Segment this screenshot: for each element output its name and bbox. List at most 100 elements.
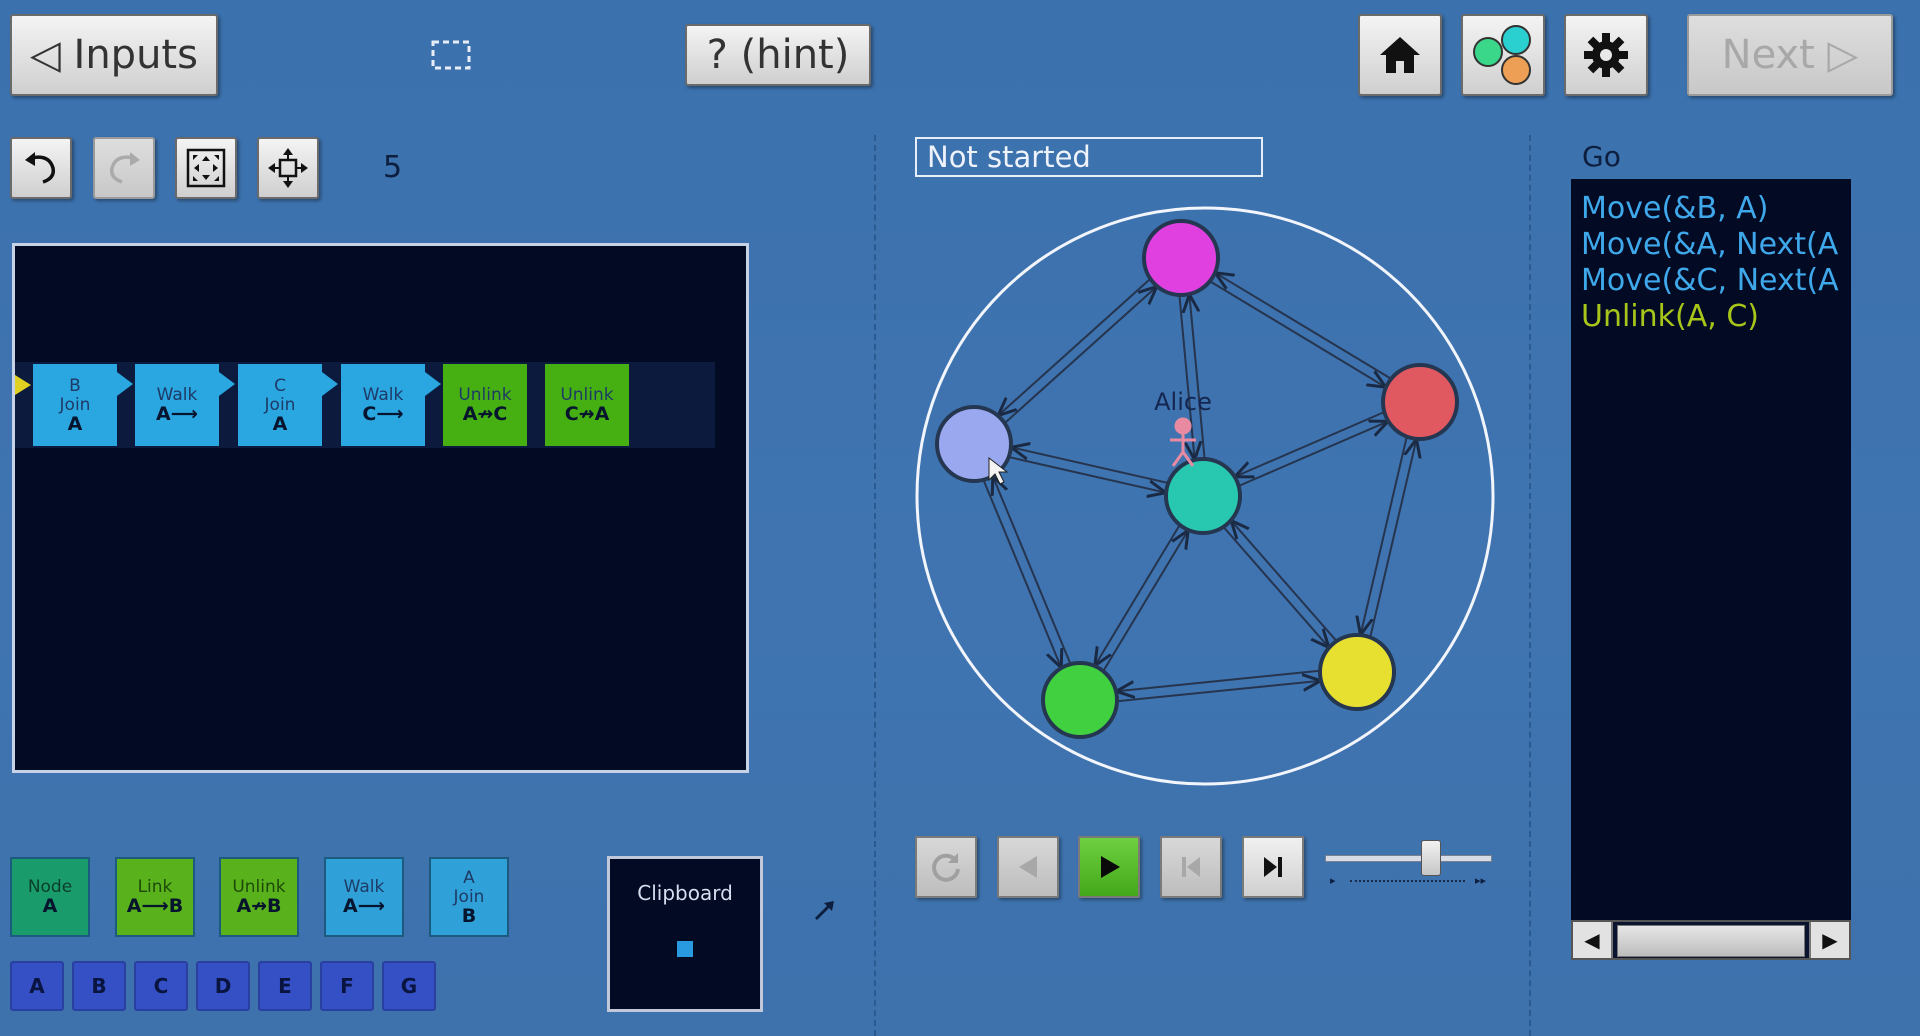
variable-c-button[interactable]: C [134,961,188,1011]
program-tile[interactable]: Walk A⟶ [135,364,219,446]
program-tile[interactable]: Walk C⟶ [341,364,425,446]
scroll-right-button[interactable]: ▶ [1809,922,1849,958]
graph-edge [1209,280,1386,387]
fast-icon: ▸▸ [1474,874,1486,887]
tile-top-label: C [274,375,286,396]
graph-edge [1369,439,1416,638]
play-button[interactable] [1078,836,1140,898]
left-divider [874,135,876,1036]
next-label: Next ▷ [1721,32,1859,78]
slider-tick-marks [1350,880,1465,882]
move-icon [268,148,308,188]
code-line[interactable]: Unlink(A, C) [1581,299,1839,335]
graph-edge [1004,286,1157,424]
graph-edge [1102,530,1188,672]
program-tile[interactable]: B Join A [33,364,117,446]
graph-edge [1231,521,1338,642]
graph-edge [1117,681,1320,703]
program-tile[interactable]: Unlink C↛A [545,364,629,446]
home-button[interactable] [1358,14,1442,96]
settings-button[interactable] [1564,14,1648,96]
inputs-label: ◁ Inputs [30,32,198,78]
code-line[interactable]: Move(&A, Next(A [1581,227,1839,263]
palette-tile[interactable]: A Join B [429,857,509,937]
refresh-icon [932,853,960,882]
graph-node[interactable] [1164,457,1242,535]
graph-node[interactable] [1318,633,1396,711]
palette-tile[interactable]: Walk A⟶ [324,857,404,937]
step-count: 5 [383,150,403,185]
graph-nodes [935,219,1459,739]
slider-track [1325,855,1492,862]
gear-icon [1584,33,1628,77]
program-panel[interactable] [12,243,749,773]
variable-a-button[interactable]: A [10,961,64,1011]
agent-label: Alice [1154,388,1212,416]
program-flow-arrow [219,372,235,396]
levels-button[interactable] [1461,14,1545,96]
select-region-icon[interactable] [430,38,472,72]
restart-button[interactable] [915,836,977,898]
variable-f-button[interactable]: F [320,961,374,1011]
scroll-left-button[interactable]: ◀ [1573,922,1613,958]
variable-e-button[interactable]: E [258,961,312,1011]
slow-icon: ▸ [1330,874,1336,887]
graph-edge [1011,447,1169,484]
step-back-button[interactable] [997,836,1059,898]
first-step-button[interactable] [1160,836,1222,898]
program-start-marker [15,375,31,395]
variable-d-button[interactable]: D [196,961,250,1011]
tile-mid-label: Join [453,886,485,907]
hint-button[interactable]: ? (hint) [685,24,871,86]
variable-b-button[interactable]: B [72,961,126,1011]
graph-edge [1238,421,1388,487]
graph-edge [1222,526,1329,647]
redo-icon [109,152,140,184]
graph-edge [1235,411,1385,477]
step-forward-button[interactable] [1242,836,1304,898]
back-triangle-icon [1019,856,1037,878]
palette-tile[interactable]: Link A⟶B [115,857,195,937]
home-icon [1380,37,1420,73]
fit-view-button[interactable] [175,137,237,199]
variable-g-button[interactable]: G [382,961,436,1011]
code-scrollbar[interactable]: ◀ ▶ [1571,920,1851,960]
code-line[interactable]: Move(&C, Next(A [1581,263,1839,299]
code-line[interactable]: Move(&B, A) [1581,191,1839,227]
tile-bottom-label: A [42,895,58,917]
next-button[interactable]: Next ▷ [1687,14,1893,96]
slider-thumb[interactable] [1421,840,1441,876]
expand-corner-icon[interactable] [812,897,838,923]
tile-bottom-label: C⟶ [362,403,404,425]
program-tile[interactable]: C Join A [238,364,322,446]
graph-view[interactable]: Alice [900,200,1510,800]
code-panel[interactable]: Move(&B, A) Move(&A, Next(A Move(&C, Next(… [1571,179,1851,921]
graph-edge [1116,669,1320,692]
program-tile[interactable]: Unlink A↛C [443,364,527,446]
palette-tile[interactable]: Unlink A↛B [219,857,299,937]
tile-mid-label: Join [264,394,296,415]
hint-label: ? (hint) [706,32,850,78]
graph-node[interactable] [1381,363,1459,441]
center-button[interactable] [257,137,319,199]
graph-node[interactable] [1041,661,1119,739]
right-divider [1529,135,1531,1036]
speed-slider[interactable]: ▸ ▸▸ [1325,840,1492,900]
tile-top-label: B [69,375,81,396]
palette-tile[interactable]: Node A [10,857,90,937]
graph-node[interactable] [1142,219,1220,297]
skip-end-icon [1264,857,1282,877]
redo-button[interactable] [93,137,155,199]
tile-bottom-label: A [272,412,288,435]
undo-button[interactable] [10,137,72,199]
inputs-button[interactable]: ◁ Inputs [10,14,218,96]
tile-bottom-label: A↛B [236,895,282,917]
tile-bottom-label: A⟶B [126,895,184,917]
tile-bottom-label: A [67,412,83,435]
clipboard-item-icon [677,941,693,957]
graph-edge [982,479,1062,668]
tile-bottom-label: A⟶ [343,895,385,917]
program-flow-arrow [117,372,133,396]
scroll-thumb[interactable] [1617,925,1805,957]
clipboard-panel[interactable]: Clipboard [607,856,763,1012]
